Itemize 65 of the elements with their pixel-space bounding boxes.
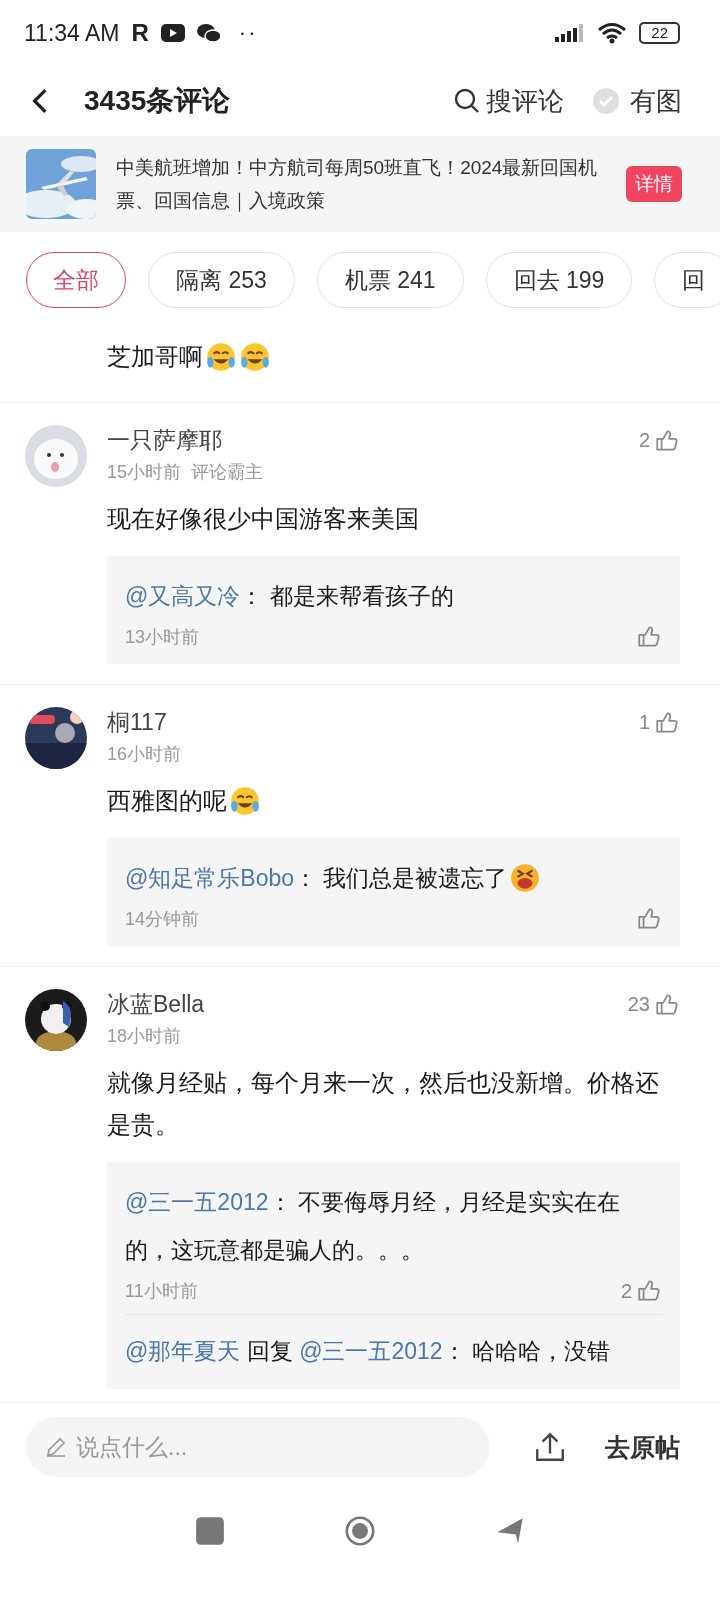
search-icon[interactable] [454,88,480,114]
mention-link[interactable]: @那年夏天 [125,1338,241,1364]
like-count: 2 [620,1279,632,1303]
comment-input-field[interactable]: 说点什么... [26,1417,490,1477]
reply-time: 14分钟前 [125,908,200,931]
filter-tag[interactable]: 机票 241 [316,252,464,308]
reply-text: @三一五2012： 不要侮辱月经，月经是实实在在的，这玩意都是骗人的。。。 [125,1188,621,1265]
thumbs-up-icon[interactable] [654,427,680,454]
reply-text: @又高又冷： 都是来帮看孩子的 [125,582,454,611]
thumbs-up-icon[interactable] [636,1278,662,1304]
app-letter: R [131,19,149,47]
username[interactable]: 冰蓝Bella [107,989,205,1020]
status-time: 11:34 AM [24,19,120,47]
comment-text: 就像月经贴，每个月来一次，然后也没新增。价格还是贵。 [107,1068,660,1140]
comment-time: 16小时前 [107,743,182,766]
image-filter-label[interactable]: 有图 [630,83,682,119]
reply-time: 13小时前 [125,626,200,649]
mention-link[interactable]: @三一五2012 [299,1338,443,1364]
comment-time: 18小时前 [107,1025,182,1048]
page-title: 3435条评论 [84,84,231,118]
more-notifications: ·· [238,20,258,46]
laughing-tears-emoji-icon [229,785,261,817]
thumbs-up-icon[interactable] [636,624,662,650]
go-to-post-button[interactable]: 去原帖 [605,1430,680,1464]
thumbs-up-icon[interactable] [654,991,680,1018]
filter-tag[interactable]: 回去 199 [485,252,633,308]
thumbs-up-icon[interactable] [654,709,680,736]
pencil-icon [44,1435,68,1459]
filter-tag[interactable]: 回 [654,252,720,308]
filter-tag[interactable]: 隔离 253 [148,252,295,308]
details-button[interactable]: 详情 [626,166,682,202]
recents-icon[interactable] [195,1516,225,1546]
reply-time: 11小时前 [125,1280,198,1303]
crying-emoji-icon [509,862,542,894]
mention-link[interactable]: @三一五2012 [125,1189,269,1215]
mention-link[interactable]: @又高又冷 [125,583,241,609]
badge-label: 评论霸主 [191,461,264,484]
comment-text: 芝加哥啊 [107,342,203,372]
wifi-icon [597,22,628,44]
search-comments-button[interactable]: 搜评论 [486,83,564,119]
filter-tag[interactable]: 全部 [26,252,126,308]
video-app-icon [160,23,185,43]
like-count: 2 [638,429,650,452]
share-icon[interactable] [533,1430,567,1464]
home-icon[interactable] [345,1516,375,1546]
ad-banner[interactable]: 中美航班增加！中方航司每周50班直飞！2024最新回国机票、回国信息｜入境政策 详情 [0,136,720,232]
reply-text: @知足常乐Bobo： 我们总是被遗忘了 [125,864,508,893]
comment-text: 西雅图的呢 [107,786,227,816]
banner-text: 中美航班增加！中方航司每周50班直飞！2024最新回国机票、回国信息｜入境政策 [116,156,599,214]
like-count: 23 [627,993,650,1016]
laughing-tears-emoji-icon [205,341,237,373]
like-count: 1 [638,711,650,734]
checkbox-icon[interactable] [592,87,620,115]
battery-indicator: 22 [639,22,680,44]
laughing-tears-emoji-icon [239,341,271,373]
signal-icon [555,24,586,42]
reply-text: @那年夏天 回复 @三一五2012： 哈哈哈，没错 [125,1337,611,1366]
comment-time: 15小时前 [107,461,182,484]
mention-link[interactable]: @知足常乐Bobo [125,865,295,891]
comment-text: 现在好像很少中国游客来美国 [107,504,419,534]
back-icon[interactable] [32,88,48,114]
thumbs-up-icon[interactable] [636,906,662,932]
username[interactable]: 一只萨摩耶 [107,425,222,456]
username[interactable]: 桐117 [107,707,167,738]
chat-bubbles-icon [196,23,221,43]
